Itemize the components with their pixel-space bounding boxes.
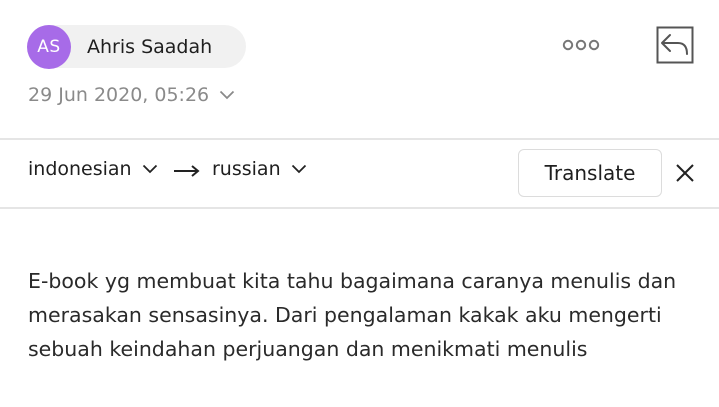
close-translate-button[interactable]: [672, 160, 698, 186]
header-divider: [0, 138, 719, 140]
sender-name: Ahris Saadah: [87, 35, 213, 58]
reply-button[interactable]: [654, 24, 696, 66]
message-date: 29 Jun 2020, 05:26: [28, 84, 210, 106]
avatar-initials: AS: [37, 36, 61, 57]
more-options-button[interactable]: [556, 30, 606, 60]
source-language-label: indonesian: [28, 158, 132, 180]
chevron-down-icon: [142, 164, 157, 174]
chevron-down-icon: [291, 164, 306, 174]
translate-bar-divider: [0, 207, 719, 209]
close-icon: [676, 164, 694, 182]
target-language-select[interactable]: russian: [212, 158, 307, 180]
avatar: AS: [27, 24, 71, 69]
message-body: E-book yg membuat kita tahu bagaimana ca…: [28, 269, 677, 361]
source-language-select[interactable]: indonesian: [28, 158, 158, 180]
chevron-down-icon: [220, 90, 235, 100]
sender-chip[interactable]: AS Ahris Saadah: [27, 24, 246, 69]
arrow-right-icon: [174, 165, 200, 177]
translate-button[interactable]: Translate: [518, 149, 662, 197]
target-language-label: russian: [212, 158, 281, 180]
reply-icon: [656, 26, 694, 64]
more-horizontal-icon: [562, 39, 600, 51]
date-dropdown[interactable]: 29 Jun 2020, 05:26: [28, 84, 235, 106]
email-view: AS Ahris Saadah 29 Jun 2020, 05:26 indon…: [0, 0, 719, 407]
